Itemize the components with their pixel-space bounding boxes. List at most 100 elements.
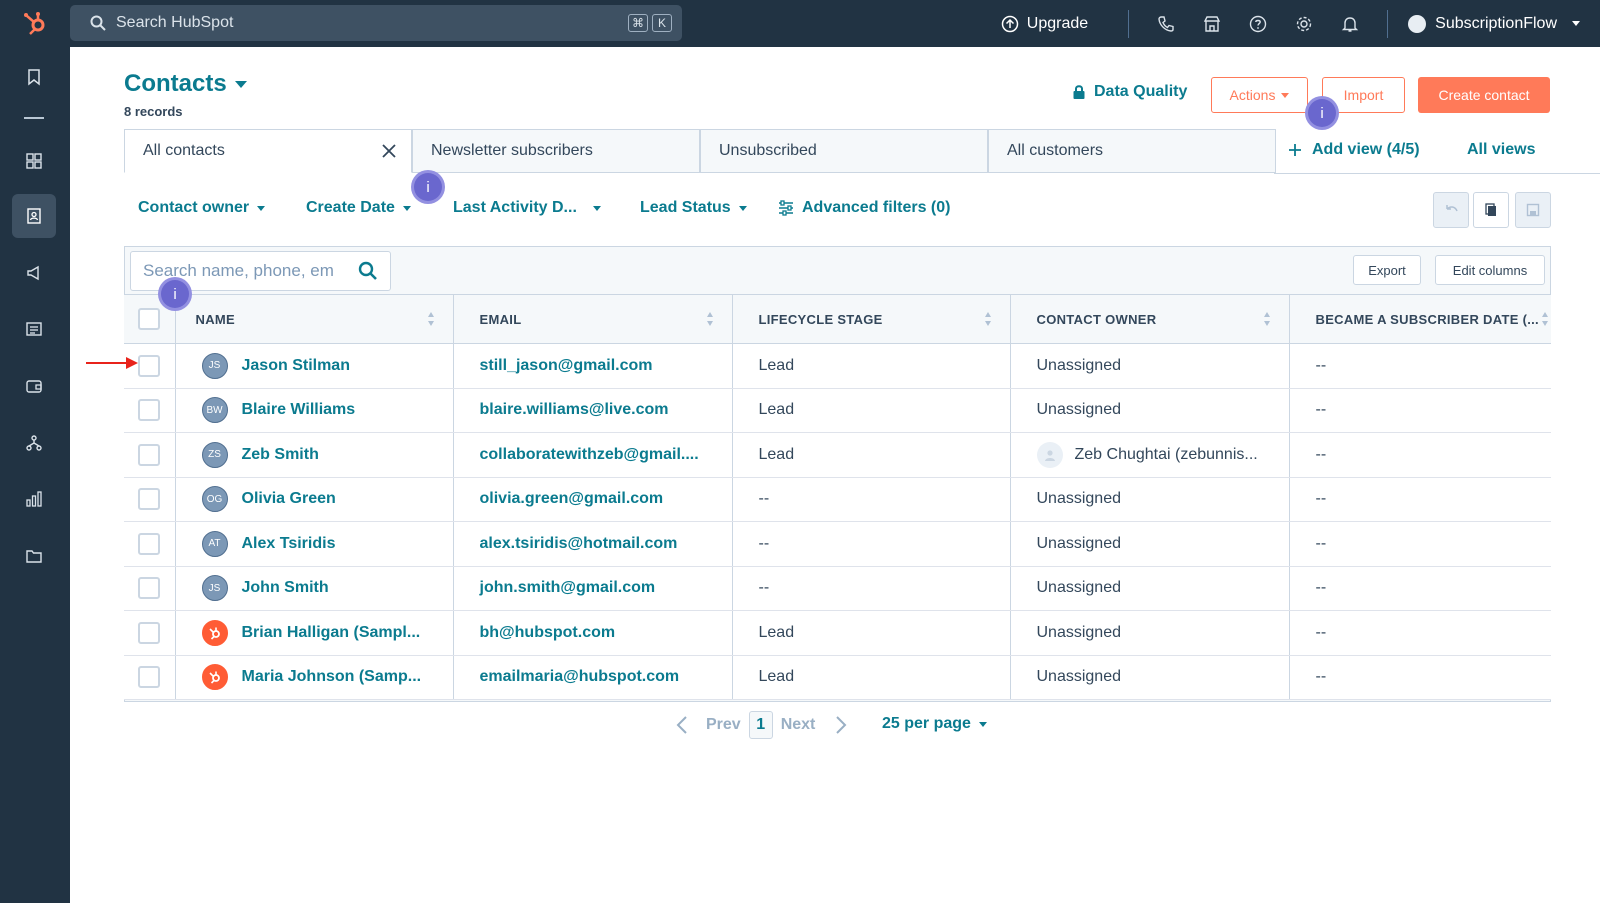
export-button[interactable]: Export xyxy=(1353,255,1421,285)
column-header-name[interactable]: NAME xyxy=(175,294,454,344)
advanced-filters-button[interactable]: Advanced filters (0) xyxy=(778,199,950,217)
close-icon[interactable] xyxy=(381,143,397,159)
page-title: Contacts xyxy=(124,70,227,97)
info-marker-icon[interactable]: i xyxy=(1305,96,1339,130)
owner-name: Unassigned xyxy=(1036,579,1122,597)
library-folder-icon[interactable] xyxy=(12,534,56,578)
contact-name-link[interactable]: Jason Stilman xyxy=(242,357,350,375)
hubspot-logo-icon[interactable] xyxy=(20,8,50,38)
info-marker-icon[interactable]: i xyxy=(158,277,192,311)
row-checkbox[interactable] xyxy=(138,666,161,689)
contact-email-link[interactable]: collaboratewithzeb@gmail.... xyxy=(480,446,699,463)
column-header-lifecycle-stage[interactable]: LIFECYCLE STAGE xyxy=(732,294,1011,344)
lifecycle-stage-cell: -- xyxy=(732,566,1011,611)
column-header-label: LIFECYCLE STAGE xyxy=(758,311,883,327)
all-views-link[interactable]: All views xyxy=(1467,141,1535,159)
lifecycle-stage-cell: Lead xyxy=(732,655,1011,700)
sort-icon[interactable] xyxy=(1263,311,1271,327)
contact-email-link[interactable]: bh@hubspot.com xyxy=(480,624,616,641)
marketplace-icon[interactable] xyxy=(1202,14,1222,34)
notifications-bell-icon[interactable] xyxy=(1340,14,1360,34)
row-checkbox[interactable] xyxy=(138,399,161,422)
row-checkbox[interactable] xyxy=(138,354,161,377)
contact-name-link[interactable]: Olivia Green xyxy=(242,490,336,508)
tab-unsubscribed[interactable]: Unsubscribed xyxy=(700,129,988,173)
help-icon[interactable] xyxy=(1248,14,1268,34)
data-quality-link[interactable]: Data Quality xyxy=(1072,83,1187,101)
contact-email-link[interactable]: still_jason@gmail.com xyxy=(480,357,653,374)
contact-email-link[interactable]: blaire.williams@live.com xyxy=(480,401,669,418)
name-cell: ZS Zeb Smith xyxy=(175,432,454,478)
sort-icon[interactable] xyxy=(427,311,435,327)
create-contact-button[interactable]: Create contact xyxy=(1418,77,1550,113)
contacts-table: NAME EMAIL LIFECYCLE STAGE CONTACT OWNER… xyxy=(124,294,1551,700)
undo-button[interactable] xyxy=(1433,192,1469,228)
prev-page-button[interactable]: Prev xyxy=(706,716,741,734)
per-page-dropdown[interactable]: 25 per page xyxy=(882,715,987,733)
sort-icon[interactable] xyxy=(706,311,714,327)
reporting-chart-icon[interactable] xyxy=(12,477,56,521)
sort-icon[interactable] xyxy=(1541,311,1549,327)
contacts-icon[interactable] xyxy=(12,194,56,238)
filter-create-date[interactable]: Create Date xyxy=(306,199,411,217)
contact-name-link[interactable]: Zeb Smith xyxy=(242,446,319,464)
row-checkbox[interactable] xyxy=(138,621,161,644)
sort-icon[interactable] xyxy=(984,311,992,327)
bookmarks-icon[interactable] xyxy=(12,55,56,99)
chevron-down-icon xyxy=(402,205,411,211)
settings-gear-icon[interactable] xyxy=(1294,14,1314,34)
filter-label: Lead Status xyxy=(640,199,731,216)
content-icon[interactable] xyxy=(12,307,56,351)
actions-button[interactable]: Actions xyxy=(1211,77,1308,113)
search-icon[interactable] xyxy=(358,261,378,281)
current-page[interactable]: 1 xyxy=(748,711,773,739)
column-header-email[interactable]: EMAIL xyxy=(453,294,733,344)
contact-name-link[interactable]: Maria Johnson (Samp... xyxy=(242,668,422,686)
commerce-wallet-icon[interactable] xyxy=(12,364,56,408)
row-checkbox[interactable] xyxy=(138,577,161,600)
tab-all-contacts[interactable]: All contacts xyxy=(124,129,412,173)
owner-name: Unassigned xyxy=(1036,534,1122,552)
email-cell: emailmaria@hubspot.com xyxy=(453,655,733,700)
add-view-button[interactable]: Add view (4/5) xyxy=(1288,141,1420,159)
subscriber-date-cell: -- xyxy=(1289,388,1551,433)
automation-workflow-icon[interactable] xyxy=(12,421,56,465)
info-marker-icon[interactable]: i xyxy=(411,170,445,204)
subscriber-date-value: -- xyxy=(1315,401,1327,419)
next-page-button[interactable]: Next xyxy=(781,716,816,734)
email-cell: blaire.williams@live.com xyxy=(453,388,733,433)
tab-newsletter-subscribers[interactable]: Newsletter subscribers xyxy=(412,129,700,173)
phone-icon[interactable] xyxy=(1156,14,1176,34)
select-all-checkbox[interactable] xyxy=(138,308,161,330)
contact-name-link[interactable]: Brian Halligan (Sampl... xyxy=(242,624,421,642)
row-checkbox[interactable] xyxy=(138,532,161,555)
contact-email-link[interactable]: john.smith@gmail.com xyxy=(480,579,656,596)
contact-name-link[interactable]: Alex Tsiridis xyxy=(242,535,336,553)
account-menu[interactable]: SubscriptionFlow xyxy=(1408,14,1580,33)
row-checkbox[interactable] xyxy=(138,488,161,511)
workspaces-grid-icon[interactable] xyxy=(12,139,56,183)
filter-contact-owner[interactable]: Contact owner xyxy=(138,199,266,217)
contact-email-link[interactable]: emailmaria@hubspot.com xyxy=(480,668,680,685)
global-search-input[interactable]: Search HubSpot ⌘ K xyxy=(70,5,682,41)
copy-icon xyxy=(1485,203,1496,216)
upgrade-button[interactable]: Upgrade xyxy=(1001,15,1088,33)
contact-email-link[interactable]: alex.tsiridis@hotmail.com xyxy=(480,535,678,552)
filter-last-activity-date[interactable]: Last Activity D... xyxy=(453,199,601,217)
contact-email-link[interactable]: olivia.green@gmail.com xyxy=(480,490,664,507)
chevron-right-icon[interactable] xyxy=(835,715,847,735)
filter-lead-status[interactable]: Lead Status xyxy=(640,199,747,217)
save-view-button[interactable] xyxy=(1515,192,1551,228)
row-select-cell xyxy=(124,655,176,700)
contact-name-link[interactable]: John Smith xyxy=(242,579,329,597)
page-title-dropdown[interactable]: Contacts xyxy=(124,70,247,98)
edit-columns-button[interactable]: Edit columns xyxy=(1435,255,1545,285)
contact-name-link[interactable]: Blaire Williams xyxy=(242,401,356,419)
column-header-contact-owner[interactable]: CONTACT OWNER xyxy=(1010,294,1290,344)
row-checkbox[interactable] xyxy=(138,443,161,466)
chevron-left-icon[interactable] xyxy=(676,715,688,735)
tab-all-customers[interactable]: All customers xyxy=(988,129,1276,173)
marketing-megaphone-icon[interactable] xyxy=(12,251,56,295)
clone-view-button[interactable] xyxy=(1473,192,1509,228)
column-header-subscriber-date[interactable]: BECAME A SUBSCRIBER DATE (... xyxy=(1289,294,1551,344)
